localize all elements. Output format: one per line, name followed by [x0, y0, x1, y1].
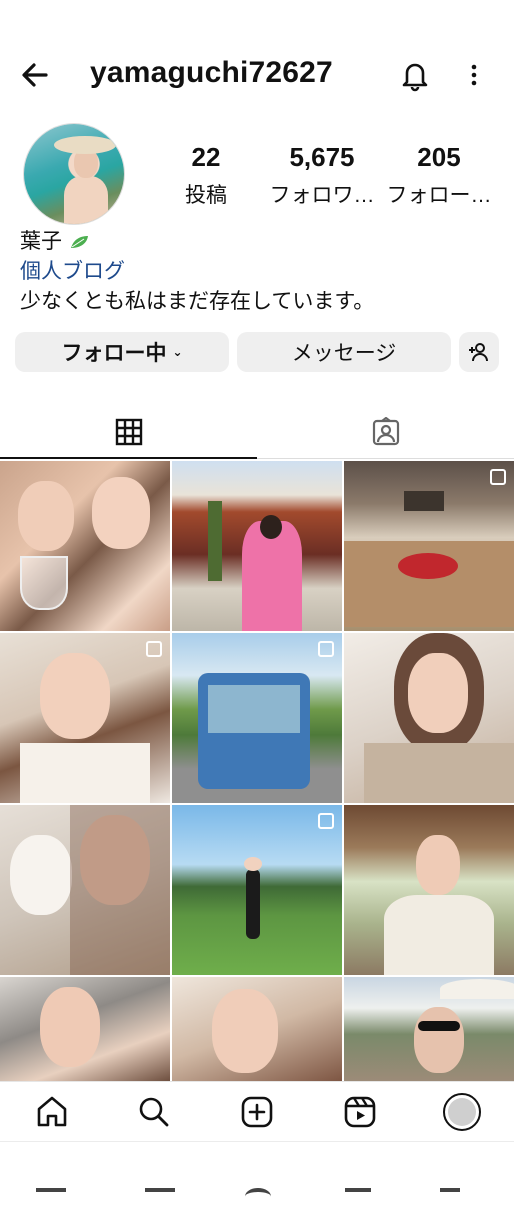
- multi-post-icon: [318, 641, 334, 657]
- nav-icon[interactable]: [145, 1188, 175, 1205]
- multi-post-icon: [318, 813, 334, 829]
- tab-grid[interactable]: [0, 404, 257, 460]
- home-button-icon[interactable]: [245, 1188, 271, 1205]
- nav-icon[interactable]: [345, 1188, 371, 1205]
- followers-stat[interactable]: 5,675 フォロワ…: [268, 142, 376, 209]
- post-thumbnail[interactable]: [344, 633, 514, 803]
- message-button[interactable]: メッセージ: [237, 332, 451, 372]
- home-icon[interactable]: [34, 1094, 70, 1130]
- profile-username: yamaguchi72627: [90, 56, 333, 89]
- chevron-down-icon: ⌄: [172, 345, 183, 359]
- following-count: 205: [417, 142, 461, 172]
- post-thumbnail[interactable]: [0, 461, 170, 631]
- tab-divider: [257, 458, 514, 459]
- active-tab-indicator: [0, 457, 257, 459]
- profile-bio-text: 少なくとも私はまだ存在しています。: [20, 290, 375, 313]
- message-button-label: メッセージ: [291, 342, 397, 365]
- add-person-icon: [469, 343, 488, 362]
- search-icon[interactable]: [136, 1094, 172, 1130]
- following-label: フォロー…: [386, 184, 492, 207]
- followers-count: 5,675: [289, 142, 355, 172]
- top-bar: yamaguchi72627: [0, 40, 514, 108]
- reels-icon[interactable]: [342, 1094, 378, 1130]
- posts-stat: 22 投稿: [180, 142, 232, 209]
- post-thumbnail[interactable]: [344, 977, 514, 1081]
- post-thumbnail[interactable]: [0, 633, 170, 803]
- recent-apps-icon[interactable]: [36, 1188, 66, 1205]
- profile-bio: 葉子 個人ブログ 少なくとも私はまだ存在しています。: [20, 227, 374, 317]
- more-vertical-icon[interactable]: [462, 58, 486, 92]
- post-thumbnail[interactable]: [172, 977, 342, 1081]
- posts-count: 22: [191, 142, 221, 172]
- tab-tagged[interactable]: [257, 404, 514, 460]
- posts-label: 投稿: [185, 184, 227, 207]
- profile-category: 個人ブログ: [20, 260, 125, 283]
- following-button[interactable]: フォロー中 ⌄: [15, 332, 229, 372]
- following-button-label: フォロー中: [61, 342, 167, 365]
- leaf-icon: [70, 236, 88, 249]
- multi-post-icon: [490, 469, 506, 485]
- create-icon[interactable]: [239, 1094, 275, 1130]
- profile-name: 葉子: [20, 230, 62, 253]
- profile-avatar[interactable]: [24, 124, 124, 224]
- tagged-person-icon: [372, 417, 399, 446]
- back-button-icon[interactable]: [440, 1188, 460, 1205]
- bottom-nav: [0, 1081, 514, 1142]
- profile-tabs: [0, 404, 514, 460]
- post-thumbnail[interactable]: [172, 633, 342, 803]
- suggest-users-button[interactable]: [459, 332, 499, 372]
- profile-avatar-nav[interactable]: [443, 1093, 481, 1131]
- arrow-left-icon[interactable]: [18, 58, 52, 92]
- grid-icon: [115, 418, 142, 446]
- post-thumbnail[interactable]: [172, 805, 342, 975]
- post-grid: [0, 461, 514, 1081]
- followers-label: フォロワ…: [269, 184, 375, 207]
- post-thumbnail[interactable]: [344, 461, 514, 631]
- post-thumbnail[interactable]: [0, 977, 170, 1081]
- bell-icon[interactable]: [398, 58, 432, 92]
- following-stat[interactable]: 205 フォロー…: [386, 142, 492, 209]
- multi-post-icon: [146, 641, 162, 657]
- system-nav-bar: [0, 1141, 514, 1201]
- post-thumbnail[interactable]: [344, 805, 514, 975]
- post-thumbnail[interactable]: [172, 461, 342, 631]
- post-thumbnail[interactable]: [0, 805, 170, 975]
